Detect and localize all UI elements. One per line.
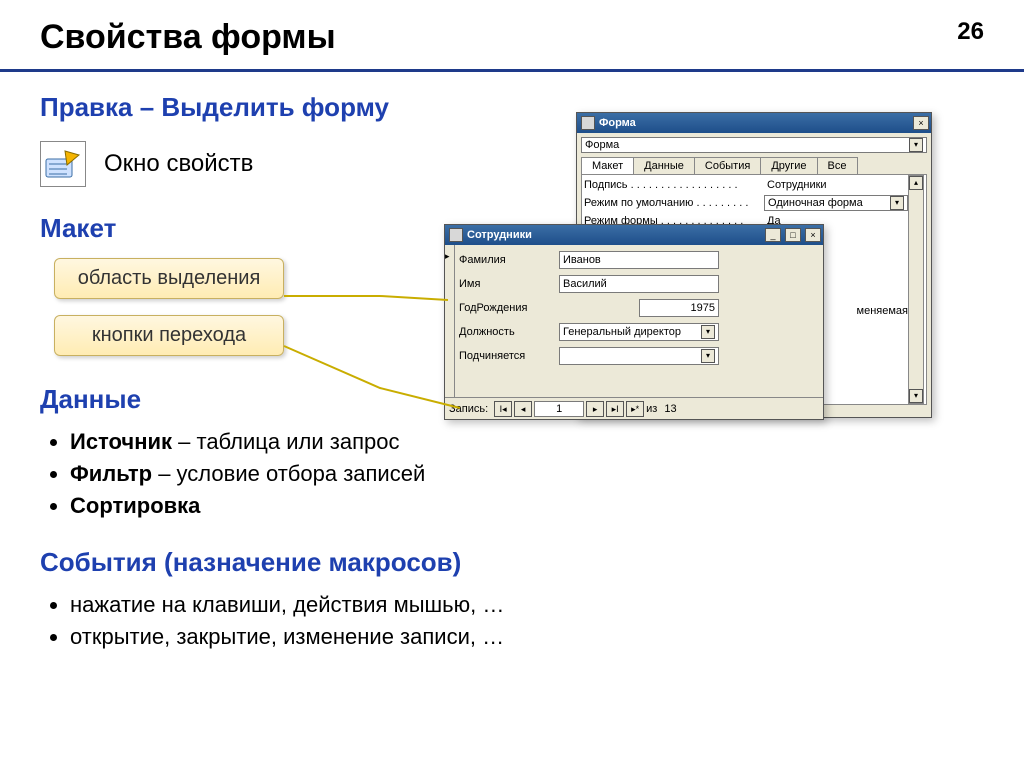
scroll-down-icon[interactable]: ▾ (909, 389, 923, 403)
nav-last-button[interactable]: ▸I (606, 401, 624, 417)
page-number: 26 (957, 18, 984, 46)
nav-of-label: из (646, 403, 657, 415)
tab-events[interactable]: События (694, 157, 761, 174)
window-icon (449, 228, 463, 242)
scroll-up-icon[interactable]: ▴ (909, 176, 923, 190)
data-bullet-3: Сортировка (70, 493, 984, 519)
nav-current-record[interactable]: 1 (534, 401, 584, 417)
title-divider (0, 69, 1024, 72)
nav-next-button[interactable]: ▸ (586, 401, 604, 417)
maximize-icon[interactable]: □ (785, 228, 801, 242)
callout-record-selector: область выделения (54, 258, 284, 299)
property-tabs: Макет Данные События Другие Все (581, 157, 927, 175)
tab-other[interactable]: Другие (760, 157, 817, 174)
record-navigator: Запись: I◂ ◂ 1 ▸ ▸I ▸* из 13 (445, 397, 823, 419)
minimize-icon[interactable]: _ (765, 228, 781, 242)
input-name[interactable]: Василий (559, 275, 719, 293)
prop-value-caption[interactable]: Сотрудники (764, 177, 908, 193)
nav-first-button[interactable]: I◂ (494, 401, 512, 417)
window-icon (581, 116, 595, 130)
close-icon[interactable]: × (913, 116, 929, 130)
data-bullets: Источник – таблица или запрос Фильтр – у… (46, 429, 984, 519)
tab-data[interactable]: Данные (633, 157, 695, 174)
event-bullets: нажатие на клавиши, действия мышью, … от… (46, 592, 984, 650)
data-bullet-1: Источник – таблица или запрос (70, 429, 984, 455)
chevron-down-icon[interactable]: ▾ (701, 325, 715, 339)
label-position: Должность (459, 326, 559, 338)
input-position[interactable]: Генеральный директор ▾ (559, 323, 719, 341)
input-year[interactable]: 1975 (639, 299, 719, 317)
prop-value-defaultview[interactable]: Одиночная форма ▾ (764, 195, 908, 211)
employees-window: Сотрудники _ □ × Фамилия Иванов Имя Васи… (444, 224, 824, 420)
nav-new-button[interactable]: ▸* (626, 401, 644, 417)
event-bullet-2: открытие, закрытие, изменение записи, … (70, 624, 984, 650)
event-bullet-1: нажатие на клавиши, действия мышью, … (70, 592, 984, 618)
object-selector[interactable]: Форма ▾ (581, 137, 927, 153)
chevron-down-icon[interactable]: ▾ (701, 349, 715, 363)
input-surname[interactable]: Иванов (559, 251, 719, 269)
nav-label: Запись: (449, 403, 488, 415)
employees-window-title: Сотрудники (467, 229, 761, 241)
label-year: ГодРождения (459, 302, 559, 314)
input-reports[interactable]: ▾ (559, 347, 719, 365)
chevron-down-icon[interactable]: ▾ (890, 196, 904, 210)
nav-prev-button[interactable]: ◂ (514, 401, 532, 417)
properties-icon (40, 141, 86, 187)
section-events: События (назначение макросов) (40, 547, 984, 578)
tab-layout[interactable]: Макет (581, 157, 634, 174)
callout-nav-buttons: кнопки перехода (54, 315, 284, 356)
prop-value-truncated: меняемая (857, 305, 908, 317)
chevron-down-icon[interactable]: ▾ (909, 138, 923, 152)
properties-icon-label: Окно свойств (104, 150, 253, 178)
label-surname: Фамилия (459, 254, 559, 266)
nav-total-records: 13 (664, 403, 676, 415)
label-name: Имя (459, 278, 559, 290)
data-bullet-2: Фильтр – условие отбора записей (70, 461, 984, 487)
page-title: Свойства формы (40, 18, 984, 57)
close-icon[interactable]: × (805, 228, 821, 242)
prop-label-caption: Подпись . . . . . . . . . . . . . . . . … (584, 179, 764, 191)
label-reports: Подчиняется (459, 350, 559, 362)
tab-all[interactable]: Все (817, 157, 858, 174)
properties-window-title: Форма (599, 117, 909, 129)
prop-label-defaultview: Режим по умолчанию . . . . . . . . . (584, 197, 764, 209)
